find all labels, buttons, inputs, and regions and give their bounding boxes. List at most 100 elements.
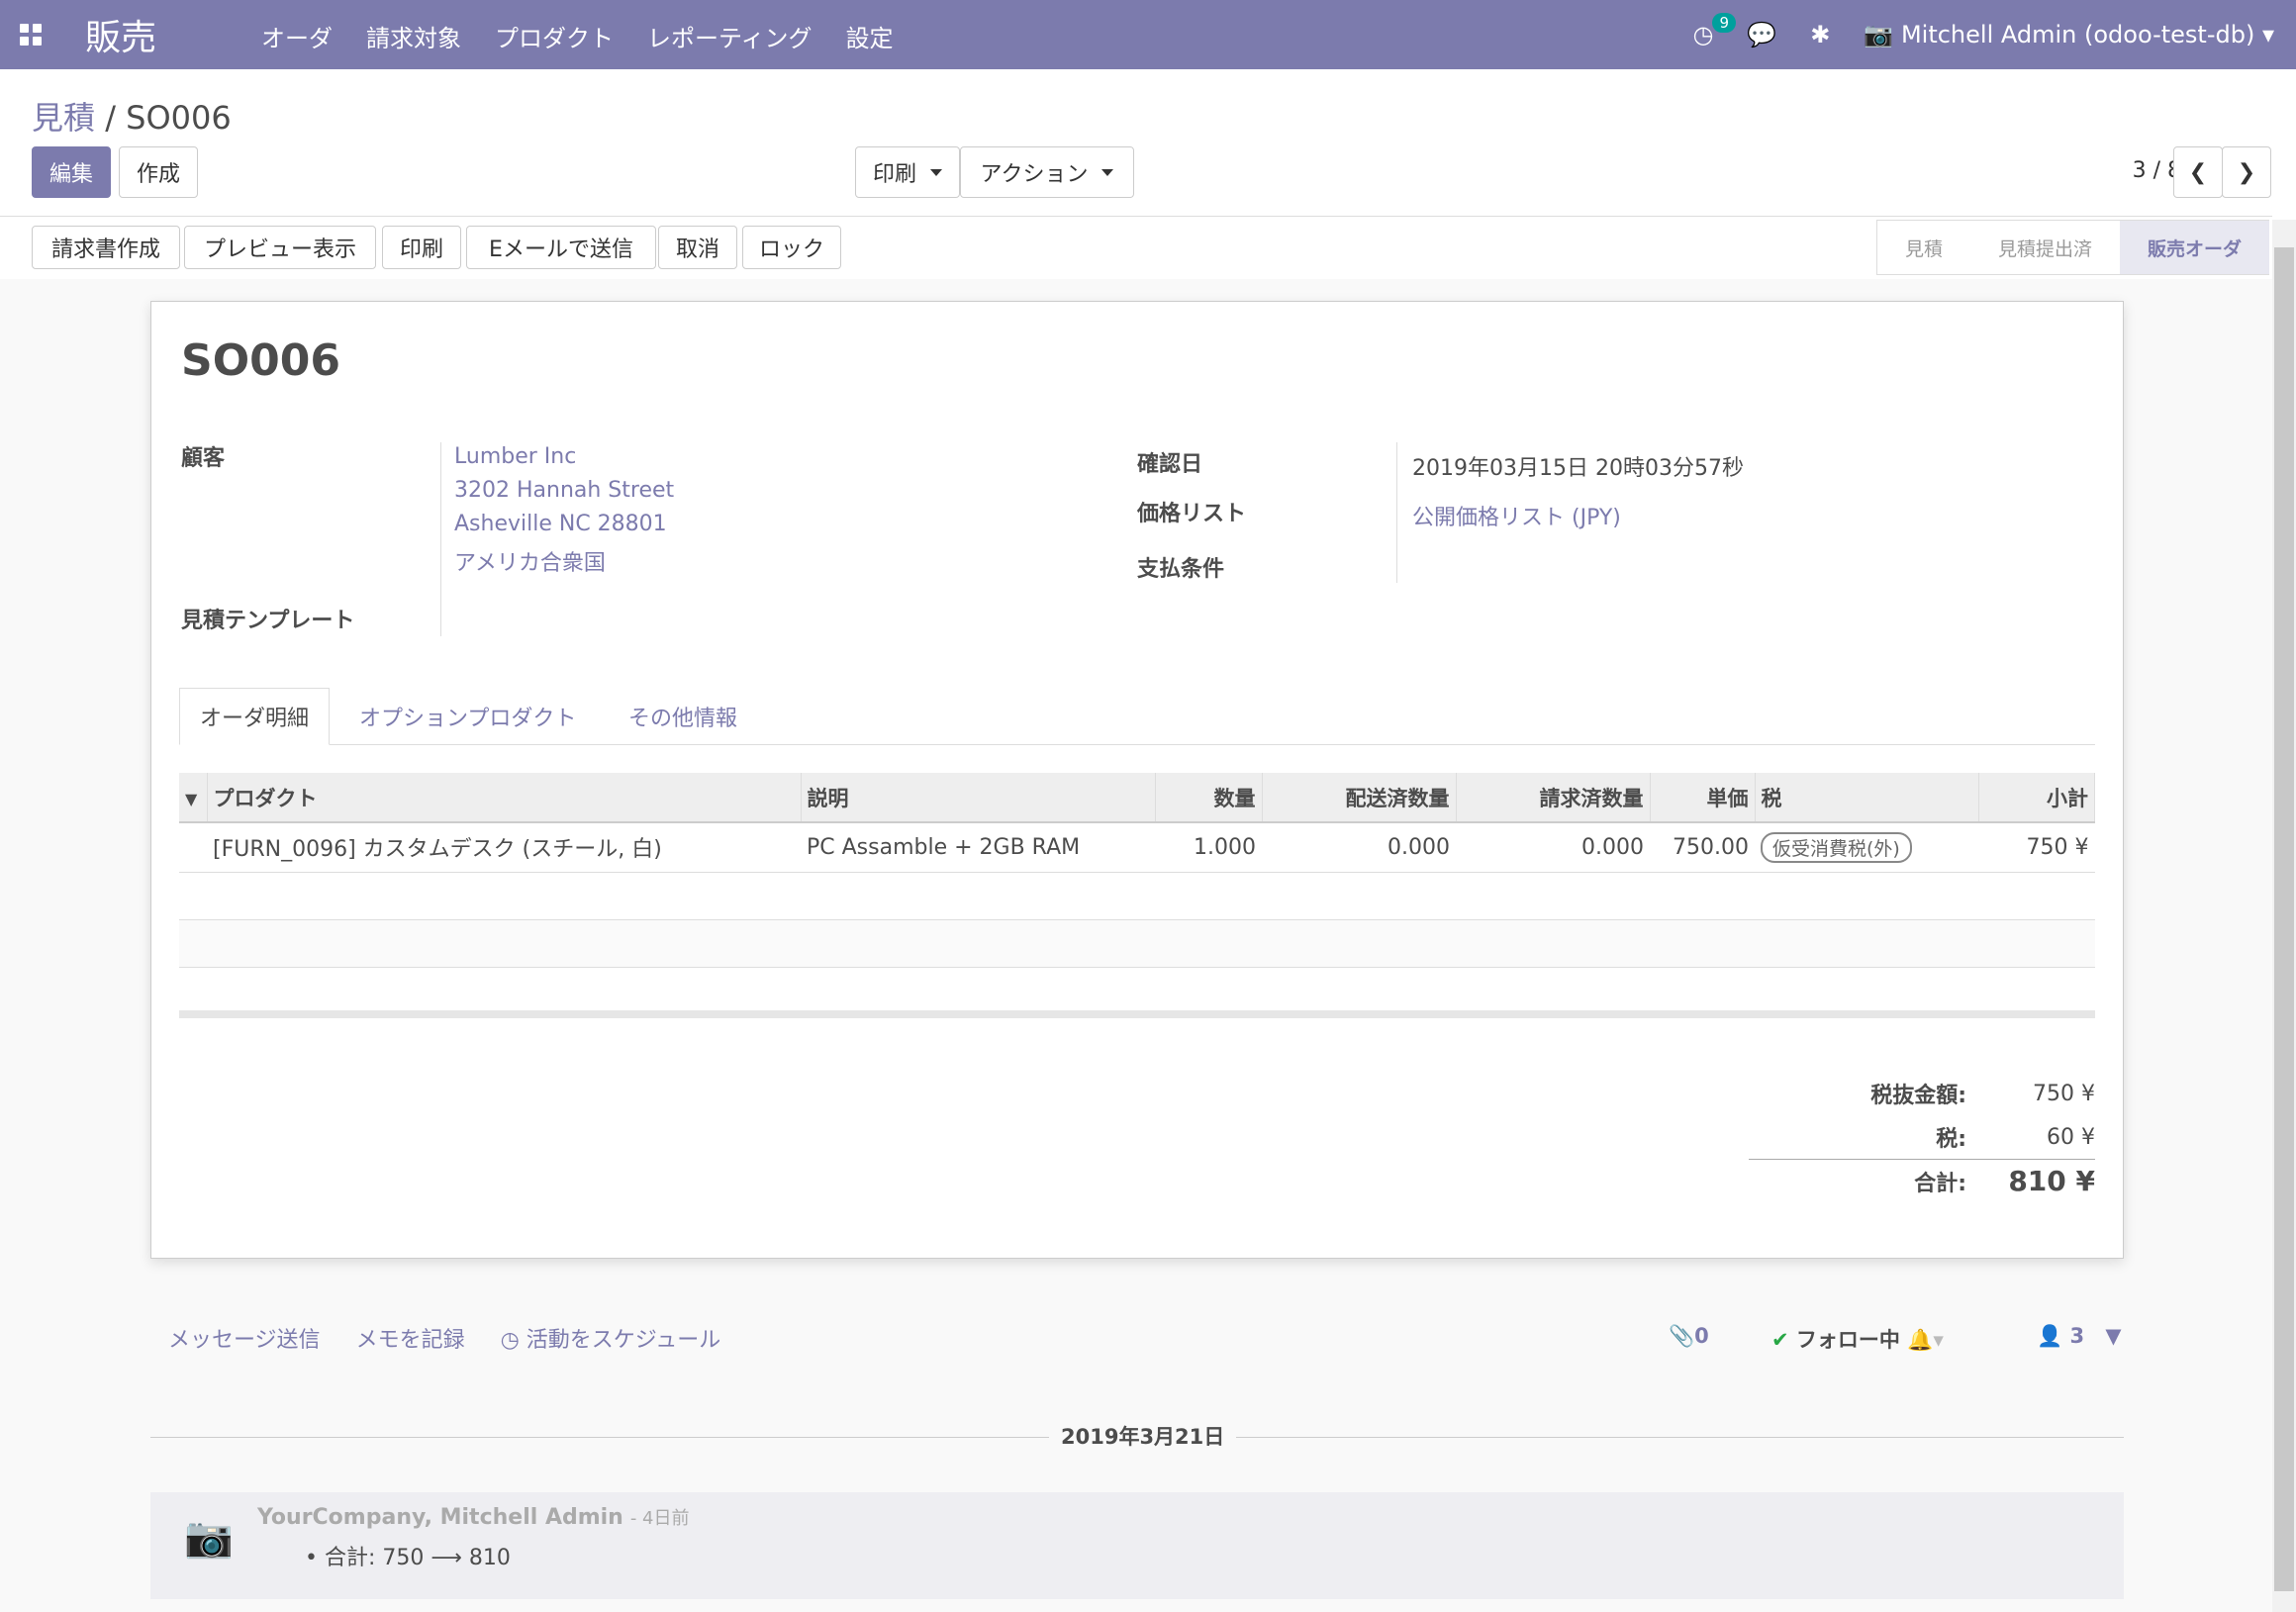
print-dropdown[interactable]: 印刷 bbox=[855, 146, 960, 198]
customer-name-link[interactable]: Lumber Inc bbox=[454, 444, 576, 469]
systray: ◷ 9 💬 ✱ 📷 Mitchell Admin (odoo-test-db) ▾ bbox=[1692, 0, 2274, 69]
menu-products[interactable]: プロダクト bbox=[495, 19, 614, 53]
camera-avatar-icon: 📷 bbox=[1864, 21, 1894, 48]
followers-button[interactable]: 👤 3 ▼ bbox=[2037, 1324, 2122, 1349]
cell-delivered: 0.000 bbox=[1262, 822, 1456, 873]
payment-terms-label: 支払条件 bbox=[1137, 557, 1225, 582]
header-subtotal[interactable]: 小計 bbox=[1978, 773, 2095, 823]
follow-button[interactable]: ✔ フォロー中 🔔▾ bbox=[1771, 1324, 1944, 1354]
breadcrumb-quotations[interactable]: 見積 bbox=[32, 99, 95, 137]
log-note-button[interactable]: メモを記録 bbox=[356, 1322, 465, 1354]
column-options-toggle[interactable]: ▼ bbox=[179, 773, 208, 823]
menu-reporting[interactable]: レポーティング bbox=[647, 19, 813, 53]
schedule-activity-label: 活動をスケジュール bbox=[526, 1328, 721, 1353]
app-name: 販売 bbox=[85, 18, 157, 58]
customer-street[interactable]: 3202 Hannah Street bbox=[454, 478, 674, 503]
tracking-value-text: 合計: 750 ⟶ 810 bbox=[324, 1546, 511, 1570]
header-delivered[interactable]: 配送済数量 bbox=[1262, 773, 1457, 823]
paperclip-icon: 📎 bbox=[1669, 1324, 1695, 1348]
send-email-button[interactable]: Eメールで送信 bbox=[466, 226, 656, 269]
customer-city[interactable]: Asheville NC 28801 bbox=[454, 512, 667, 536]
notebook-tabs: オーダ明細 オプションプロダクト その他情報 bbox=[179, 688, 2095, 745]
order-lines-table: ▼ プロダクト 説明 数量 配送済数量 請求済数量 単価 税 小計 [FURN_… bbox=[179, 773, 2095, 1018]
divider bbox=[440, 442, 441, 636]
pricelist-label: 価格リスト bbox=[1137, 502, 1247, 526]
scrollbar[interactable] bbox=[2272, 220, 2296, 1612]
cell-unit-price: 750.00 bbox=[1650, 822, 1755, 873]
pager-next-button[interactable]: ❯ bbox=[2222, 146, 2271, 198]
caret-down-icon bbox=[930, 168, 942, 176]
header-invoiced[interactable]: 請求済数量 bbox=[1456, 773, 1651, 823]
send-message-button[interactable]: メッセージ送信 bbox=[168, 1322, 321, 1354]
cell-product: [FURN_0096] カスタムデスク (スチール, 白) bbox=[207, 822, 801, 873]
cell-description: PC Assamble + 2GB RAM bbox=[801, 822, 1155, 873]
chevron-right-icon: ❯ bbox=[2237, 159, 2256, 185]
tab-other-info[interactable]: その他情報 bbox=[628, 688, 737, 745]
total-value: 810 ¥ bbox=[2008, 1165, 2095, 1197]
header-quantity[interactable]: 数量 bbox=[1155, 773, 1263, 823]
tax-value: 60 ¥ bbox=[2047, 1124, 2095, 1150]
caret-down-icon: ▼ bbox=[185, 789, 198, 808]
user-name: Mitchell Admin (odoo-test-db) bbox=[1900, 21, 2255, 48]
user-menu[interactable]: 📷 Mitchell Admin (odoo-test-db) ▾ bbox=[1864, 21, 2274, 48]
cell-taxes: 仮受消費税(外) bbox=[1755, 822, 1978, 873]
header-taxes[interactable]: 税 bbox=[1755, 773, 1979, 823]
check-icon: ✔ bbox=[1771, 1328, 1789, 1352]
print-dropdown-label: 印刷 bbox=[872, 162, 916, 187]
tab-optional-products[interactable]: オプションプロダクト bbox=[359, 688, 576, 745]
clock-icon: ◷ bbox=[500, 1328, 520, 1353]
order-totals: 税抜金額: 750 ¥ 税: 60 ¥ 合計: 810 ¥ bbox=[1739, 1072, 2095, 1202]
message-author[interactable]: YourCompany, Mitchell Admin bbox=[257, 1505, 623, 1530]
bell-icon[interactable]: 🔔▾ bbox=[1907, 1328, 1944, 1352]
action-dropdown-label: アクション bbox=[980, 162, 1089, 187]
chatter-toolbar: メッセージ送信 メモを記録 ◷ 活動をスケジュール bbox=[168, 1322, 720, 1354]
customer-country[interactable]: アメリカ合衆国 bbox=[454, 545, 606, 577]
empty-row bbox=[179, 919, 2095, 968]
activity-clock-icon[interactable]: ◷ 9 bbox=[1692, 13, 1736, 48]
debug-bug-icon[interactable]: ✱ bbox=[1810, 21, 1830, 48]
menu-settings[interactable]: 設定 bbox=[846, 19, 894, 53]
confirmation-date-value: 2019年03月15日 20時03分57秒 bbox=[1412, 456, 1744, 481]
breadcrumb: 見積 / SO006 bbox=[32, 93, 232, 139]
edit-button[interactable]: 編集 bbox=[32, 146, 111, 198]
empty-row bbox=[179, 967, 2095, 1018]
stage-sales-order[interactable]: 販売オーダ bbox=[2120, 221, 2270, 274]
pricelist-link[interactable]: 公開価格リスト (JPY) bbox=[1412, 500, 1621, 531]
follow-label: フォロー中 bbox=[1795, 1328, 1900, 1352]
followers-count: 3 bbox=[2069, 1324, 2085, 1348]
stage-quotation[interactable]: 見積 bbox=[1877, 221, 1970, 274]
pager-previous-button[interactable]: ❮ bbox=[2173, 146, 2223, 198]
chat-icon[interactable]: 💬 bbox=[1747, 21, 1776, 48]
preview-button[interactable]: プレビュー表示 bbox=[184, 226, 376, 269]
chatter-message: 📷 YourCompany, Mitchell Admin - 4日前 • 合計… bbox=[150, 1492, 2124, 1599]
attachments-button[interactable]: 📎0 bbox=[1669, 1324, 1709, 1349]
header-unit-price[interactable]: 単価 bbox=[1650, 773, 1756, 823]
stage-quotation-sent[interactable]: 見積提出済 bbox=[1970, 221, 2120, 274]
chevron-down-icon: ▾ bbox=[2261, 21, 2274, 48]
create-invoice-button[interactable]: 請求書作成 bbox=[32, 226, 180, 269]
scrollbar-thumb[interactable] bbox=[2274, 247, 2294, 1591]
divider bbox=[1396, 442, 1397, 583]
cell-subtotal: 750 ¥ bbox=[1978, 822, 2095, 873]
row-spacer bbox=[179, 822, 207, 873]
apps-menu-icon[interactable] bbox=[20, 24, 42, 46]
print-button[interactable]: 印刷 bbox=[382, 226, 461, 269]
chevron-left-icon: ❮ bbox=[2188, 159, 2208, 185]
create-button[interactable]: 作成 bbox=[119, 146, 198, 198]
lock-button[interactable]: ロック bbox=[742, 226, 841, 269]
table-row[interactable]: [FURN_0096] カスタムデスク (スチール, 白) PC Assambl… bbox=[179, 822, 2095, 873]
confirmation-date-label: 確認日 bbox=[1137, 452, 1203, 477]
header-product[interactable]: プロダクト bbox=[207, 773, 802, 823]
message-time: - 4日前 bbox=[629, 1508, 690, 1529]
schedule-activity-button[interactable]: ◷ 活動をスケジュール bbox=[501, 1322, 721, 1354]
header-description[interactable]: 説明 bbox=[801, 773, 1156, 823]
menu-to-invoice[interactable]: 請求対象 bbox=[366, 19, 461, 53]
divider bbox=[0, 216, 2272, 217]
cancel-button[interactable]: 取消 bbox=[658, 226, 737, 269]
untaxed-amount-value: 750 ¥ bbox=[2033, 1081, 2095, 1106]
breadcrumb-current: SO006 bbox=[126, 99, 232, 137]
menu-orders[interactable]: オーダ bbox=[261, 19, 333, 53]
tab-order-lines[interactable]: オーダ明細 bbox=[179, 688, 331, 745]
action-dropdown[interactable]: アクション bbox=[960, 146, 1134, 198]
caret-down-icon: ▼ bbox=[2105, 1324, 2122, 1348]
